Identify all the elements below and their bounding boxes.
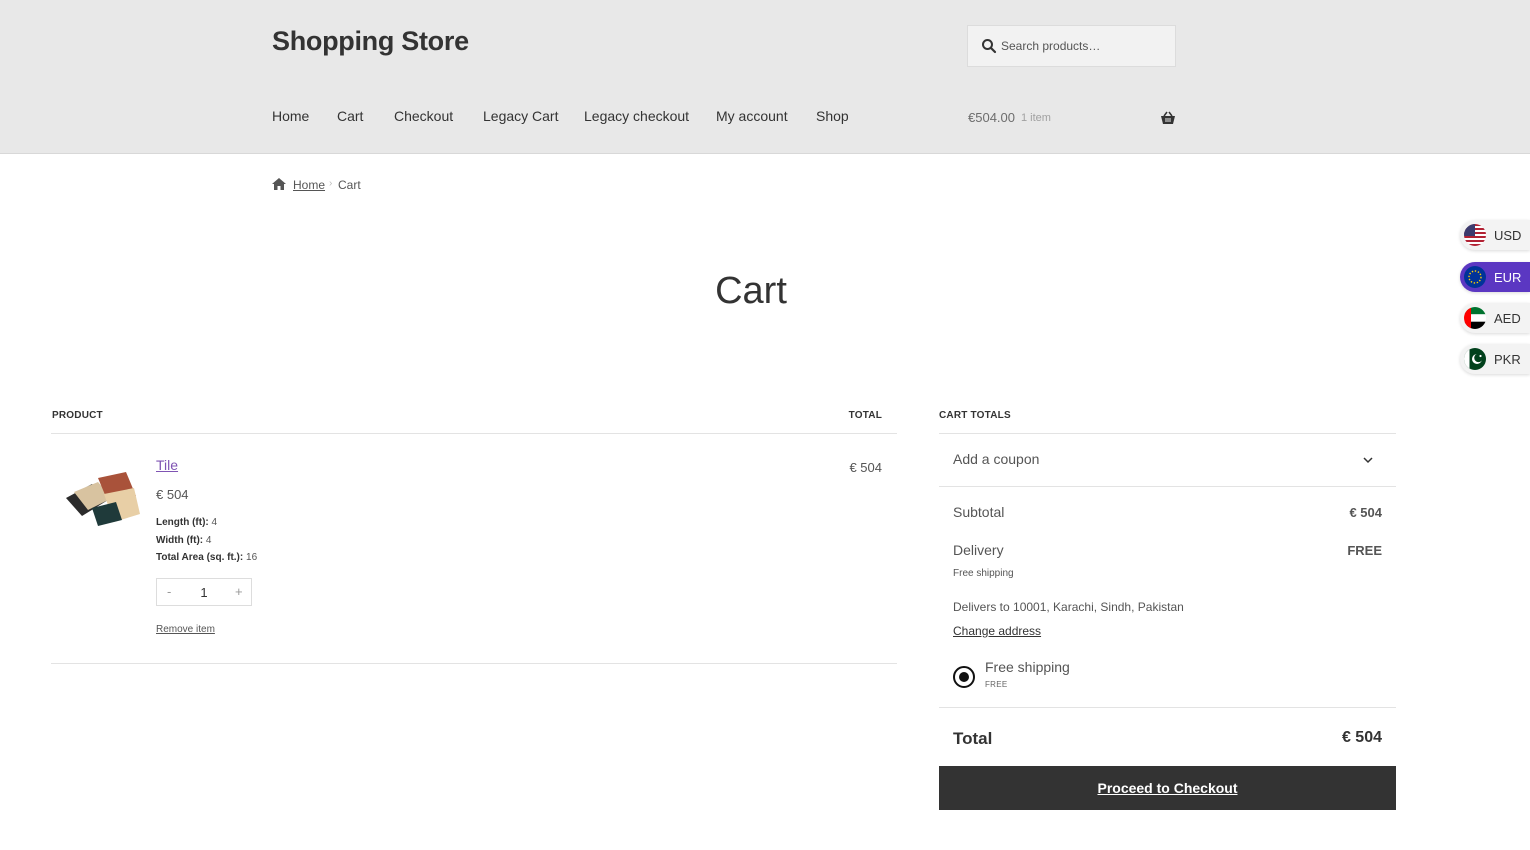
shipping-option-radio[interactable] xyxy=(953,666,975,688)
coupon-label: Add a coupon xyxy=(953,451,1040,467)
meta-label: Total Area (sq. ft.): xyxy=(156,552,244,563)
currency-usd[interactable]: USD xyxy=(1460,220,1530,250)
product-meta-width: Width (ft): 4 xyxy=(156,535,211,546)
shipping-option-label[interactable]: Free shipping xyxy=(985,659,1070,675)
chevron-down-icon xyxy=(1363,457,1373,464)
delivers-to-address: Delivers to 10001, Karachi, Sindh, Pakis… xyxy=(953,600,1184,614)
cart-totals-heading: CART TOTALS xyxy=(939,410,1011,421)
nav-item-my-account[interactable]: My account xyxy=(716,108,788,124)
quantity-input[interactable] xyxy=(185,582,223,602)
subtotal-label: Subtotal xyxy=(953,504,1005,520)
breadcrumb-separator: › xyxy=(329,178,333,189)
nav-item-shop[interactable]: Shop xyxy=(816,108,849,124)
change-address-link[interactable]: Change address xyxy=(953,624,1041,638)
nav-item-home[interactable]: Home xyxy=(272,108,309,124)
delivery-label: Delivery xyxy=(953,542,1004,558)
divider xyxy=(939,707,1396,708)
currency-code: PKR xyxy=(1494,352,1521,367)
mini-cart-amount: €504.00 xyxy=(968,110,1015,125)
site-title[interactable]: Shopping Store xyxy=(272,26,469,57)
add-coupon-toggle[interactable]: Add a coupon xyxy=(939,434,1396,486)
meta-value: 4 xyxy=(205,535,212,546)
remove-item-link[interactable]: Remove item xyxy=(156,624,215,635)
pakistan-flag-icon xyxy=(1464,348,1486,370)
product-meta-total-area: Total Area (sq. ft.): 16 xyxy=(156,552,257,563)
eu-flag-icon xyxy=(1464,266,1486,288)
mini-cart[interactable]: €504.00 1 item xyxy=(968,108,1176,130)
quantity-stepper: - + xyxy=(156,578,252,606)
nav-item-legacy-cart[interactable]: Legacy Cart xyxy=(483,108,558,124)
delivery-method: Free shipping xyxy=(953,568,1014,579)
meta-label: Width (ft): xyxy=(156,535,204,546)
column-header-total: TOTAL xyxy=(848,410,882,421)
proceed-to-checkout-button[interactable]: Proceed to Checkout xyxy=(939,766,1396,810)
product-price: € 504 xyxy=(156,487,189,502)
uae-flag-icon xyxy=(1464,307,1486,329)
currency-aed[interactable]: AED xyxy=(1460,303,1530,333)
nav-item-cart[interactable]: Cart xyxy=(337,108,363,124)
line-total: € 504 xyxy=(849,460,882,475)
divider xyxy=(51,433,897,434)
search-box xyxy=(967,25,1176,67)
shipping-option-price: FREE xyxy=(985,680,1008,689)
us-flag-icon xyxy=(1464,224,1486,246)
search-icon xyxy=(982,39,997,54)
mini-cart-count: 1 item xyxy=(1021,112,1051,124)
home-icon xyxy=(272,178,286,190)
breadcrumb-home-link[interactable]: Home xyxy=(293,178,325,192)
product-thumbnail[interactable] xyxy=(64,470,142,530)
nav-item-legacy-checkout[interactable]: Legacy checkout xyxy=(584,108,689,124)
product-name-link[interactable]: Tile xyxy=(156,457,178,473)
page-title: Cart xyxy=(715,270,787,312)
currency-code: AED xyxy=(1494,311,1521,326)
currency-pkr[interactable]: PKR xyxy=(1460,344,1530,374)
quantity-decrease-button[interactable]: - xyxy=(167,584,171,599)
column-header-product: PRODUCT xyxy=(52,410,103,421)
breadcrumb-current: Cart xyxy=(338,178,361,192)
currency-eur[interactable]: EUR xyxy=(1460,262,1530,292)
product-meta-length: Length (ft): 4 xyxy=(156,517,217,528)
divider xyxy=(939,486,1396,487)
total-label: Total xyxy=(953,729,993,748)
meta-value: 16 xyxy=(246,552,258,563)
total-value: € 504 xyxy=(1341,729,1382,746)
meta-value: 4 xyxy=(211,517,218,528)
search-input[interactable] xyxy=(1001,26,1171,66)
delivery-value: FREE xyxy=(1347,543,1382,558)
quantity-increase-button[interactable]: + xyxy=(235,584,243,599)
nav-item-checkout[interactable]: Checkout xyxy=(394,108,453,124)
site-header: Shopping Store Home Cart Checkout Legacy… xyxy=(0,0,1530,154)
meta-label: Length (ft): xyxy=(156,517,209,528)
currency-code: USD xyxy=(1494,228,1522,243)
basket-icon xyxy=(1161,111,1175,124)
radio-selected-dot xyxy=(959,672,969,682)
subtotal-value: € 504 xyxy=(1349,505,1382,520)
currency-code: EUR xyxy=(1494,270,1522,285)
divider xyxy=(51,663,897,664)
